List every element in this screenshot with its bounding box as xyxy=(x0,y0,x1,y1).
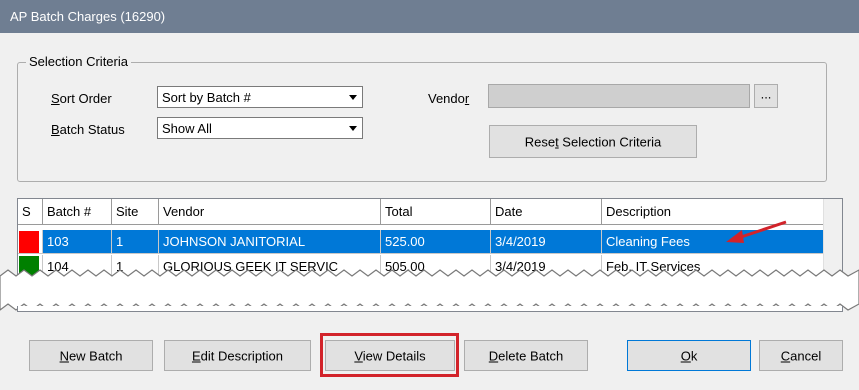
vendor-field[interactable] xyxy=(488,84,750,108)
selection-criteria-group xyxy=(17,62,827,182)
vendor-cell: JOHNSON JANITORIAL xyxy=(159,230,381,254)
sort-order-value: Sort by Batch # xyxy=(162,90,251,105)
vendor-browse-button[interactable]: ... xyxy=(754,84,778,108)
sort-order-label: Sort Order xyxy=(51,91,112,106)
batch-status-value: Show All xyxy=(162,121,212,136)
grid-bottom-edge xyxy=(17,306,843,312)
column-header-batch[interactable]: Batch # xyxy=(43,199,112,224)
reset-selection-criteria-button[interactable]: Reset Selection Criteria xyxy=(489,125,697,158)
column-header-s[interactable]: S xyxy=(18,199,43,224)
chevron-down-icon[interactable] xyxy=(345,87,362,107)
site-cell: 1 xyxy=(112,230,159,254)
edit-description-button[interactable]: Edit Description xyxy=(164,340,311,371)
delete-batch-button[interactable]: Delete Batch xyxy=(464,340,588,371)
column-header-total[interactable]: Total xyxy=(381,199,491,224)
sort-order-dropdown[interactable]: Sort by Batch # xyxy=(157,86,363,108)
chevron-down-icon[interactable] xyxy=(345,118,362,138)
total-cell: 525.00 xyxy=(381,230,491,254)
grid-scrollbar[interactable] xyxy=(823,199,842,277)
vendor-label: Vendor xyxy=(428,91,470,106)
annotation-arrow-icon xyxy=(726,220,787,243)
status-swatch xyxy=(19,231,39,253)
description-cell: Cleaning Fees xyxy=(602,230,824,254)
date-cell: 3/4/2019 xyxy=(491,230,602,254)
grid-header: S Batch # Site Vendor Total Date Descrip… xyxy=(18,199,824,225)
table-row[interactable]: 103 1 JOHNSON JANITORIAL 525.00 3/4/2019… xyxy=(18,230,824,254)
column-header-description[interactable]: Description xyxy=(602,199,824,224)
batch-status-dropdown[interactable]: Show All xyxy=(157,117,363,139)
batch-cell: 103 xyxy=(43,230,112,254)
column-header-date[interactable]: Date xyxy=(491,199,602,224)
cancel-button[interactable]: Cancel xyxy=(759,340,843,371)
column-header-vendor[interactable]: Vendor xyxy=(159,199,381,224)
selection-criteria-label: Selection Criteria xyxy=(26,54,131,69)
ok-button[interactable]: Ok xyxy=(627,340,751,371)
view-details-highlight xyxy=(320,333,459,377)
window-title: AP Batch Charges (16290) xyxy=(10,9,166,24)
new-batch-button[interactable]: New Batch xyxy=(29,340,153,371)
ap-batch-charges-window: AP Batch Charges (16290) Selection Crite… xyxy=(0,0,859,390)
title-bar[interactable]: AP Batch Charges (16290) xyxy=(0,0,859,33)
column-header-site[interactable]: Site xyxy=(112,199,159,224)
reset-label: Reset Selection Criteria xyxy=(524,134,662,149)
status-cell xyxy=(18,230,43,254)
batch-status-label: Batch Status xyxy=(51,122,125,137)
